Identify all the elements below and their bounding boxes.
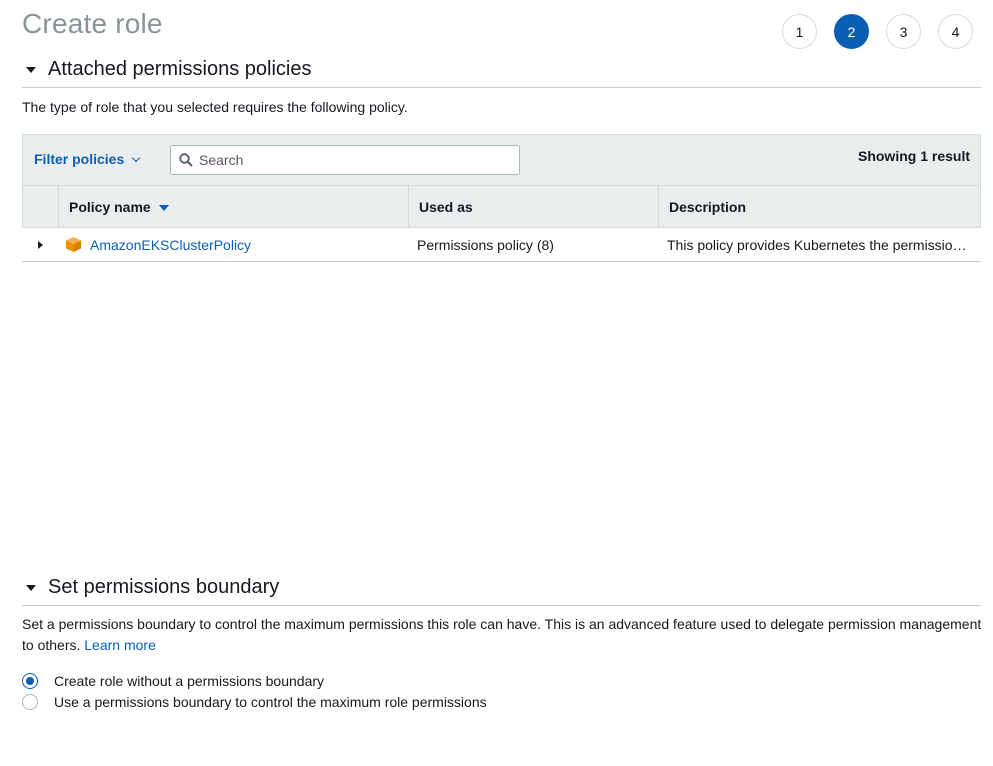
chevron-down-icon (132, 153, 141, 162)
filter-policies-button[interactable]: Filter policies (34, 151, 141, 167)
column-label-used-as: Used as (419, 198, 473, 215)
step-4[interactable]: 4 (938, 14, 973, 49)
result-count: Showing 1 result (857, 148, 970, 164)
attached-policies-header[interactable]: Attached permissions policies (22, 58, 981, 88)
radio-label-use-boundary: Use a permissions boundary to control th… (54, 694, 487, 710)
table-row: AmazonEKSClusterPolicy Permissions polic… (22, 228, 981, 262)
permissions-boundary-description: Set a permissions boundary to control th… (22, 614, 984, 656)
column-header-description[interactable]: Description (658, 186, 980, 227)
caret-down-icon (26, 67, 36, 73)
policy-description: This policy provides Kubernetes the perm… (667, 236, 967, 253)
expand-row-toggle[interactable] (22, 240, 57, 249)
policy-name-cell: AmazonEKSClusterPolicy (57, 236, 407, 253)
step-3[interactable]: 3 (886, 14, 921, 49)
table-header: Policy name Used as Description (22, 185, 981, 228)
permissions-boundary-header[interactable]: Set permissions boundary (22, 576, 981, 606)
attached-policies-description: The type of role that you selected requi… (22, 99, 408, 115)
used-as-cell: Permissions policy (8) (417, 236, 554, 253)
boundary-description-text: Set a permissions boundary to control th… (22, 616, 982, 653)
attached-policies-title: Attached permissions policies (48, 58, 312, 80)
radio-option-use-boundary[interactable]: Use a permissions boundary to control th… (22, 694, 487, 710)
column-header-policy-name[interactable]: Policy name (58, 186, 408, 227)
radio-option-no-boundary[interactable]: Create role without a permissions bounda… (22, 673, 324, 689)
filter-policies-label: Filter policies (34, 151, 125, 167)
search-input[interactable] (199, 152, 499, 168)
policies-table: Filter policies Showing 1 result Policy … (22, 134, 981, 262)
column-header-used-as[interactable]: Used as (408, 186, 658, 227)
permissions-boundary-title: Set permissions boundary (48, 576, 280, 598)
table-toolbar: Filter policies Showing 1 result (22, 134, 981, 185)
radio-label-no-boundary: Create role without a permissions bounda… (54, 673, 325, 689)
column-label-description: Description (669, 198, 747, 215)
sort-desc-icon (158, 204, 169, 211)
search-field[interactable] (170, 145, 520, 175)
caret-right-icon (38, 240, 43, 249)
step-1[interactable]: 1 (782, 14, 817, 49)
radio-button-checked[interactable] (22, 673, 38, 689)
learn-more-link[interactable]: Learn more (84, 637, 156, 653)
expand-column-header (23, 186, 58, 227)
radio-button-unchecked[interactable] (22, 694, 38, 710)
step-2-current: 2 (834, 14, 869, 49)
page-title: Create role (22, 8, 163, 39)
column-label-policy-name: Policy name (69, 198, 151, 215)
search-icon (179, 153, 193, 167)
wizard-steps: 1 2 3 4 (782, 14, 973, 49)
description-cell: This policy provides Kubernetes the perm… (657, 237, 979, 253)
aws-managed-policy-icon (66, 237, 81, 252)
policy-name-link[interactable]: AmazonEKSClusterPolicy (90, 237, 251, 253)
caret-down-icon (26, 585, 36, 591)
